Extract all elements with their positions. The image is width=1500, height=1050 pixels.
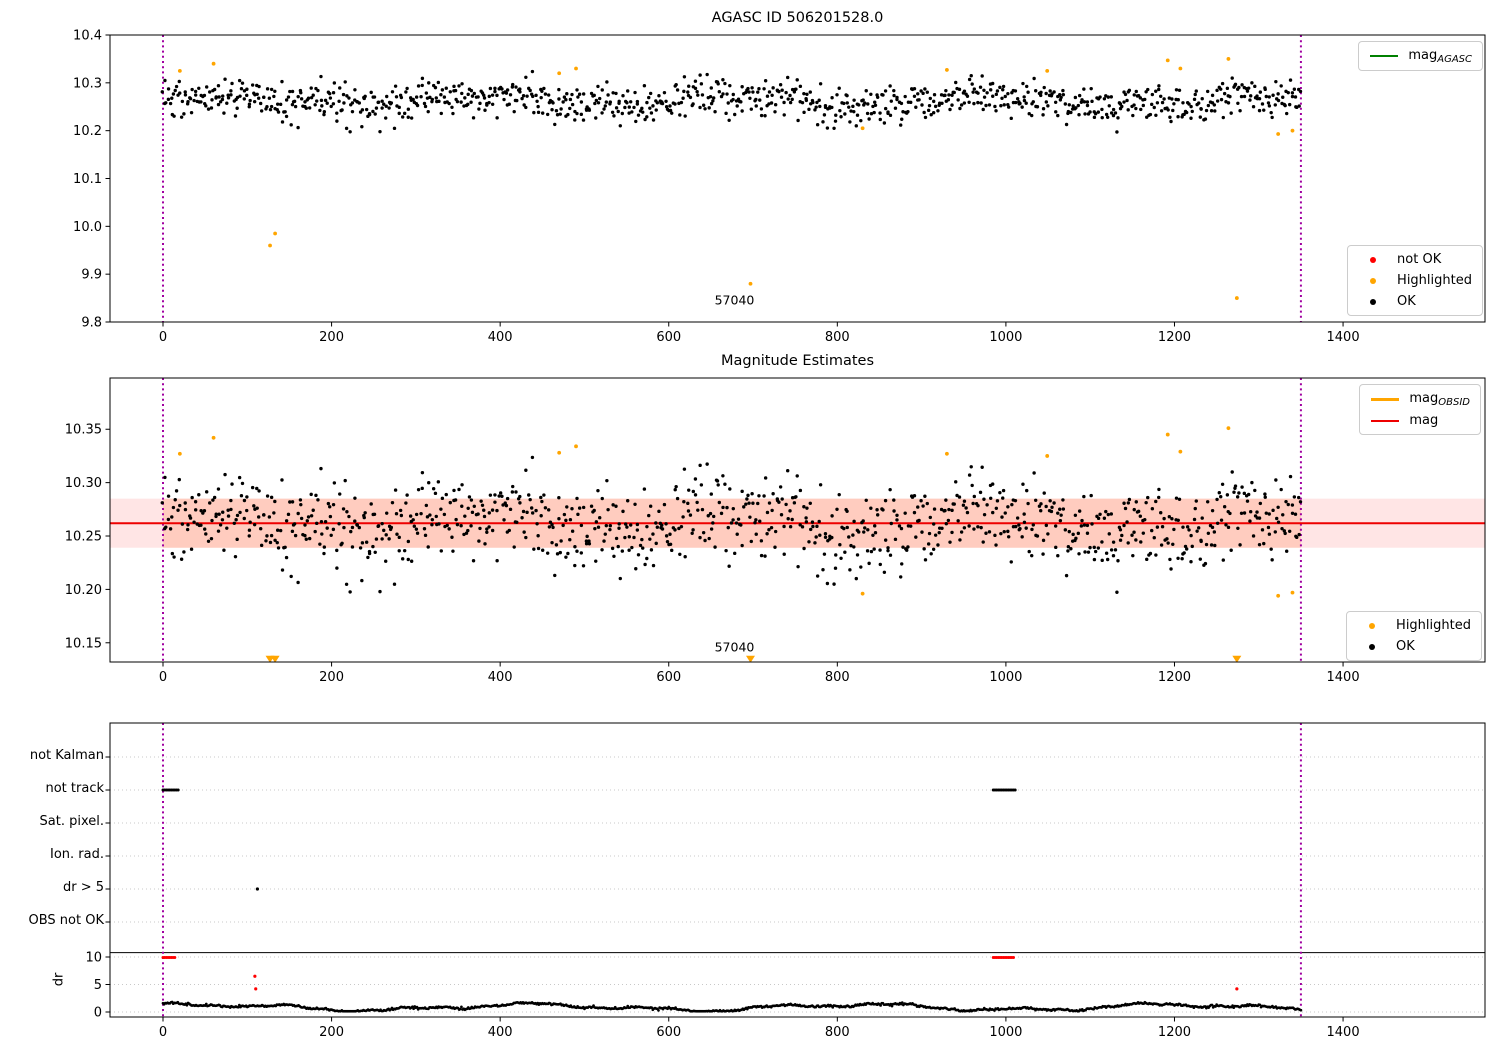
legend-mag-lines: magOBSID mag: [1359, 384, 1481, 435]
y-tick-label: 10.2: [73, 124, 102, 139]
x-tick-label: 0: [159, 670, 167, 685]
x-tick-label: 0: [159, 1025, 167, 1040]
legend-point-types-middle: Highlighted OK: [1346, 611, 1482, 661]
y-tick-label: 10.0: [73, 220, 102, 235]
dr-trace-points: [161, 1000, 1303, 1013]
top-plot-title: AGASC ID 506201528.0: [711, 10, 884, 26]
x-tick-label: 1200: [1158, 1025, 1191, 1040]
x-tick-label: 400: [488, 330, 513, 345]
x-tick-label: 200: [319, 1025, 344, 1040]
x-tick-label: 1000: [989, 330, 1022, 345]
dr-tick-label: 0: [94, 1006, 102, 1021]
dr-tick-label: 10: [85, 951, 102, 966]
legend-label: not OK: [1397, 252, 1442, 267]
legend-dot-marker: [1358, 298, 1388, 305]
flag-label-not-track: not track: [45, 781, 104, 796]
x-tick-label: 1400: [1327, 1025, 1360, 1040]
dr-outlier-red-point: [253, 974, 257, 978]
x-tick-label: 800: [825, 1025, 850, 1040]
y-tick-label: 10.15: [65, 636, 102, 651]
x-tick-label: 1200: [1158, 330, 1191, 345]
legend-label: Highlighted: [1397, 273, 1472, 288]
legend-entry-highlighted: Highlighted: [1358, 272, 1472, 289]
y-tick-label: 10.1: [73, 172, 102, 187]
legend-line-marker: [1369, 55, 1399, 57]
legend-entry-not-ok: not OK: [1358, 251, 1472, 268]
legend-entry-mag-obsid: magOBSID: [1370, 390, 1470, 408]
y-tick-label: 10.4: [73, 29, 102, 44]
figure-canvas: 9.8 9.9 10.0 10.1 10.2 10.3 10.4 0 200 400 600 800 1…: [0, 0, 1500, 1050]
y-tick-label: 9.9: [81, 268, 102, 283]
y-tick-label: 10.30: [65, 476, 102, 491]
x-tick-label: 200: [319, 670, 344, 685]
legend-label: magAGASC: [1408, 48, 1472, 65]
x-tick-label: 200: [319, 330, 344, 345]
flag-label-dr-gt-5: dr > 5: [62, 880, 104, 895]
y-tick-label: 10.20: [65, 583, 102, 598]
obsid-annotation-middle: 57040: [714, 639, 755, 655]
x-tick-label: 800: [825, 670, 850, 685]
middle-plot-title: Magnitude Estimates: [720, 353, 875, 369]
legend-label: OK: [1397, 294, 1416, 309]
dr-outlier-red-point: [254, 987, 258, 991]
x-tick-label: 1000: [989, 1025, 1022, 1040]
legend-dot-marker: [1358, 277, 1388, 284]
x-tick-label: 400: [488, 1025, 513, 1040]
y-tick-label: 10.25: [65, 530, 102, 545]
legend-entry-ok: OK: [1358, 293, 1472, 310]
not-track-flag-markers: [161, 788, 1017, 792]
legend-mag-agasc: magAGASC: [1358, 41, 1483, 71]
legend-dot-marker: [1357, 643, 1387, 650]
x-tick-label: 1000: [989, 670, 1022, 685]
legend-entry-mag-agasc: magAGASC: [1369, 47, 1472, 65]
x-tick-label: 1200: [1158, 670, 1191, 685]
x-tick-label: 600: [656, 330, 681, 345]
x-tick-label: 1400: [1327, 330, 1360, 345]
legend-entry-ok: OK: [1357, 638, 1471, 655]
dr-tick-label: 5: [94, 978, 102, 993]
flag-label-not-kalman: not Kalman: [29, 748, 104, 763]
x-tick-label: 600: [656, 1025, 681, 1040]
x-tick-label: 400: [488, 670, 513, 685]
legend-line-marker: [1370, 419, 1400, 422]
legend-label: mag: [1409, 413, 1439, 428]
flag-label-obs-not-ok: OBS not OK: [28, 913, 105, 928]
flag-label-ion-rad: Ion. rad.: [50, 847, 104, 862]
legend-entry-mag: mag: [1370, 412, 1470, 429]
legend-dot-marker: [1358, 256, 1388, 263]
y-tick-label: 10.35: [65, 423, 102, 438]
x-tick-label: 800: [825, 330, 850, 345]
dr-gt-5-flag-point: [255, 887, 260, 891]
x-tick-label: 600: [656, 670, 681, 685]
plots-svg: 9.8 9.9 10.0 10.1 10.2 10.3 10.4 0 200 400 600 800 1…: [65, 29, 1486, 1040]
legend-label: OK: [1396, 639, 1415, 654]
obsid-annotation-top: 57040: [714, 292, 755, 308]
legend-label: Highlighted: [1396, 618, 1471, 633]
flag-label-sat-pixel: Sat. pixel.: [39, 814, 104, 829]
dr-axis-label: dr: [51, 972, 67, 987]
y-tick-label: 9.8: [81, 316, 102, 331]
legend-dot-marker: [1357, 622, 1387, 629]
top-ok-points: [160, 69, 1303, 134]
x-tick-label: 0: [159, 330, 167, 345]
legend-line-marker: [1370, 397, 1400, 401]
legend-label: magOBSID: [1409, 391, 1470, 408]
legend-entry-highlighted: Highlighted: [1357, 617, 1471, 634]
y-tick-label: 10.3: [73, 76, 102, 91]
legend-point-types-top: not OK Highlighted OK: [1347, 245, 1483, 316]
dr-outlier-red-point: [1235, 987, 1239, 991]
x-tick-label: 1400: [1327, 670, 1360, 685]
